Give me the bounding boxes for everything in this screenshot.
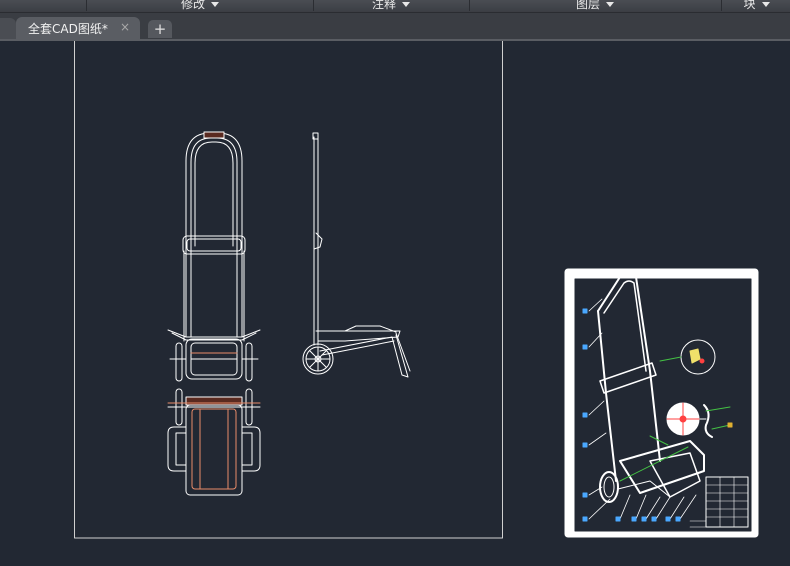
tab-drawing[interactable]: 全套CAD图纸* × (16, 17, 140, 40)
chevron-down-icon (402, 1, 410, 7)
front-view (167, 131, 261, 382)
sheet-border (74, 41, 503, 539)
panel-layers[interactable]: 图层 (469, 0, 720, 11)
panel-block[interactable]: 块 (721, 0, 790, 11)
panel-modify[interactable]: 修改 (86, 0, 313, 11)
drawing-canvas[interactable] (0, 41, 790, 566)
side-view (302, 132, 411, 378)
layout-preview (564, 268, 759, 538)
panel-annotate[interactable]: 注释 (313, 0, 468, 11)
ribbon-panel-bar: 修改 注释 图层 块 (0, 0, 790, 13)
chevron-down-icon (211, 1, 219, 7)
new-tab-button[interactable]: + (148, 20, 172, 38)
panel-modify-label: 修改 (180, 0, 205, 11)
file-tab-bar: 全套CAD图纸* × + (0, 13, 790, 40)
chevron-down-icon (606, 1, 614, 7)
panel-layers-label: 图层 (575, 0, 600, 11)
top-view (167, 388, 261, 496)
close-icon[interactable]: × (120, 20, 130, 34)
panel-block-label: 块 (743, 0, 756, 11)
tab-drawing-label: 全套CAD图纸* (28, 22, 108, 36)
start-tab[interactable] (0, 18, 16, 40)
chevron-down-icon (761, 1, 770, 7)
panel-annotate-label: 注释 (371, 0, 396, 11)
model-space-drawing (74, 41, 759, 539)
